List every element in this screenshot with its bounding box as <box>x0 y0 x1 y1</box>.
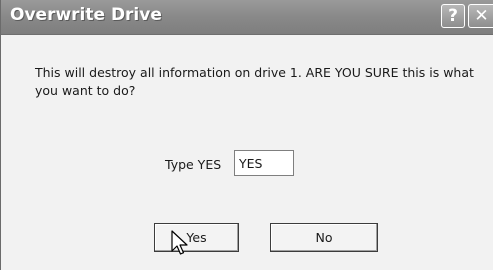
confirm-input[interactable] <box>234 150 294 176</box>
close-button[interactable]: ✕ <box>468 4 493 28</box>
help-button[interactable]: ? <box>441 4 465 28</box>
close-icon: ✕ <box>474 6 489 26</box>
arrow-cursor-icon <box>171 230 188 255</box>
window-title: Overwrite Drive <box>10 5 162 25</box>
title-bar[interactable]: Overwrite Drive ? ✕ <box>1 0 493 35</box>
type-yes-label: Type YES <box>165 157 222 172</box>
overwrite-drive-dialog: Overwrite Drive ? ✕ This will destroy al… <box>0 0 493 270</box>
help-icon: ? <box>448 6 458 26</box>
warning-message: This will destroy all information on dri… <box>35 65 474 98</box>
yes-button[interactable]: Yes <box>154 223 239 252</box>
no-button[interactable]: No <box>270 223 378 252</box>
